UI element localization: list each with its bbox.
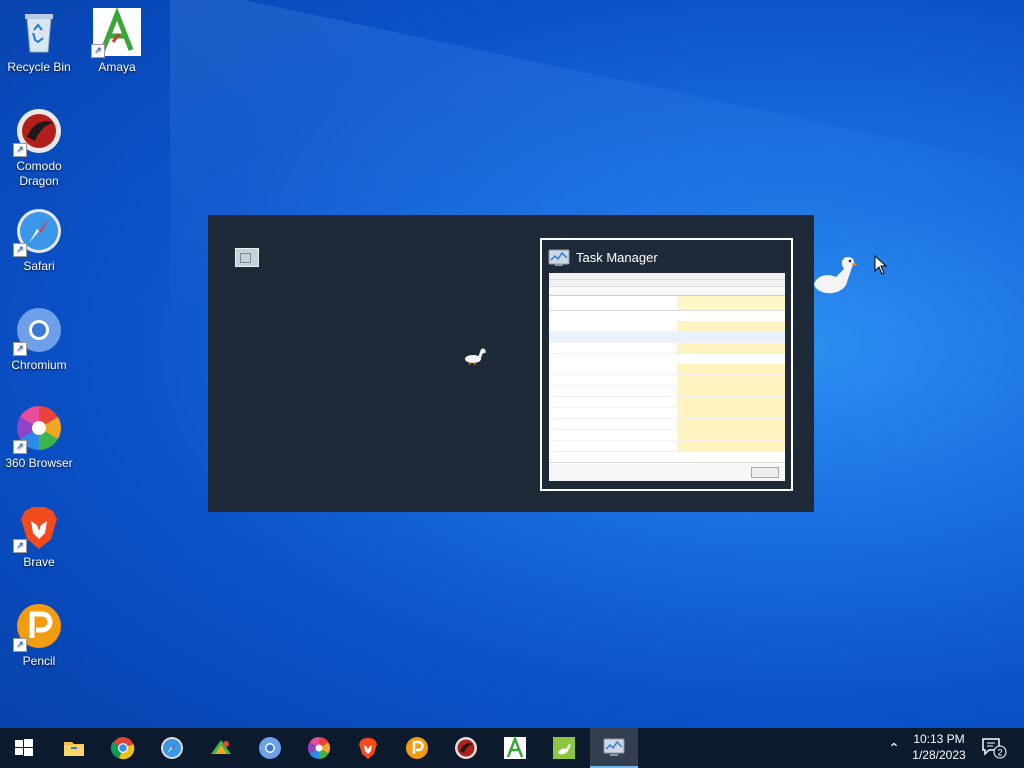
shortcut-arrow-icon: ↗ (13, 342, 27, 356)
thumbnail-row (549, 419, 785, 430)
recycle-bin-icon (15, 8, 63, 56)
windows-logo-icon (15, 739, 33, 756)
thumbnail-row (549, 386, 785, 397)
start-button[interactable] (0, 728, 48, 768)
goose-app-icon (553, 737, 575, 759)
thumbnail-row (549, 375, 785, 386)
comodo-dragon-icon: ↗ (13, 107, 63, 157)
thumbnail-row (549, 430, 785, 441)
360-browser-icon: ↗ (13, 404, 63, 454)
desktop-icon-label: Safari (23, 259, 55, 273)
preview-window-title: Task Manager (576, 250, 658, 265)
taskbar-clock[interactable]: 10:13 PM 1/28/2023 (905, 731, 973, 763)
taskbar-pencil[interactable] (393, 728, 441, 768)
taskbar-amaya[interactable] (491, 728, 539, 768)
thumbnail-tabs (549, 287, 785, 296)
notification-count: 2 (997, 748, 1002, 758)
desktop-icon-label: Chromium (11, 358, 67, 372)
goose-icon (465, 348, 487, 365)
thumbnail-row (549, 332, 785, 343)
thumbnail-row (549, 343, 785, 354)
folder-icon (64, 742, 84, 756)
shortcut-arrow-icon: ↗ (13, 440, 27, 454)
shortcut-arrow-icon: ↗ (13, 638, 27, 652)
360-browser-icon (308, 737, 330, 759)
pencil-icon (406, 737, 428, 759)
taskbar-file-explorer[interactable] (50, 728, 98, 768)
chrome-icon (111, 737, 135, 760)
thumbnail-titlebar (549, 273, 785, 280)
show-hidden-icons-chevron-icon[interactable]: ⌃ (884, 738, 904, 758)
taskbar: ⌃ 10:13 PM 1/28/2023 2 (0, 728, 1024, 768)
brave-icon (359, 738, 377, 759)
thumbnail-row (549, 321, 785, 332)
notification-icon: 2 (982, 738, 1007, 759)
shortcut-arrow-icon: ↗ (13, 539, 27, 553)
thumbnail-section-header (549, 311, 785, 321)
thumbnail-footer (549, 462, 785, 481)
safari-icon (161, 737, 183, 759)
desktop-icon-recycle-bin[interactable]: Recycle Bin (0, 8, 78, 75)
shortcut-arrow-icon: ↗ (13, 143, 27, 157)
taskbar-chrome[interactable] (99, 728, 147, 768)
taskbar-360-browser[interactable] (295, 728, 343, 768)
desktop-icon-pencil[interactable]: ↗ Pencil (0, 602, 78, 669)
taskbar-task-manager[interactable] (590, 728, 638, 768)
thumbnail-row (549, 364, 785, 375)
task-manager-thumbnail (549, 273, 785, 481)
desktop-icon-label: Brave (23, 555, 55, 569)
desktop-icon-comodo-dragon[interactable]: ↗ Comodo Dragon (0, 107, 78, 189)
taskbar-comodo-dragon[interactable] (442, 728, 490, 768)
mouse-cursor-icon (874, 255, 888, 275)
preview-title-bar: Task Manager (548, 246, 658, 270)
desktop-icon-label: Pencil (22, 654, 56, 668)
alt-tab-switcher: Task Manager (208, 215, 814, 512)
pencil-icon: ↗ (13, 602, 63, 652)
taskbar-safari[interactable] (148, 728, 196, 768)
amaya-icon: ↗ (91, 8, 141, 58)
taskbar-chromium[interactable] (246, 728, 294, 768)
task-manager-icon (548, 249, 570, 266)
app-icon (211, 740, 231, 754)
desktop-icon-label: Recycle Bin (7, 60, 71, 74)
action-center-button[interactable]: 2 (980, 736, 1008, 760)
taskbar-brave[interactable] (344, 728, 392, 768)
desktop-icon-brave[interactable]: ↗ Brave (0, 503, 78, 570)
desktop-icon-chromium[interactable]: ↗ Chromium (0, 306, 78, 373)
taskbar-app[interactable] (197, 728, 245, 768)
desktop-icon-label: 360 Browser (5, 456, 73, 470)
desktop-icon-label: Amaya (98, 60, 136, 74)
brave-icon: ↗ (13, 503, 63, 553)
desktop-icon-safari[interactable]: ↗ Safari (0, 207, 78, 274)
task-manager-window-preview[interactable]: Task Manager (540, 238, 793, 491)
taskbar-goose[interactable] (540, 728, 588, 768)
shortcut-arrow-icon: ↗ (13, 243, 27, 257)
clock-date: 1/28/2023 (912, 748, 966, 762)
task-manager-icon (603, 738, 625, 756)
desktop-goose-icon (814, 257, 858, 294)
thumbnail-section-header (549, 354, 785, 364)
thumbnail-row (549, 397, 785, 408)
thumbnail-row (549, 408, 785, 419)
desktop-icon-360-browser[interactable]: ↗ 360 Browser (0, 404, 78, 471)
chromium-icon: ↗ (13, 306, 63, 356)
thumbnail-menubar (549, 280, 785, 287)
thumbnail-row (549, 441, 785, 452)
thumbnail-column-header (549, 296, 785, 311)
shortcut-arrow-icon: ↗ (91, 44, 105, 58)
desktop-icon-label: Comodo Dragon (16, 159, 62, 188)
safari-icon: ↗ (13, 207, 63, 257)
clock-time: 10:13 PM (913, 732, 965, 746)
comodo-dragon-icon (455, 737, 477, 759)
amaya-icon (504, 736, 526, 759)
desktop-icon-amaya[interactable]: ↗ Amaya (78, 8, 156, 75)
chromium-icon (259, 737, 281, 759)
window-thumbnail-icon[interactable] (235, 248, 259, 267)
